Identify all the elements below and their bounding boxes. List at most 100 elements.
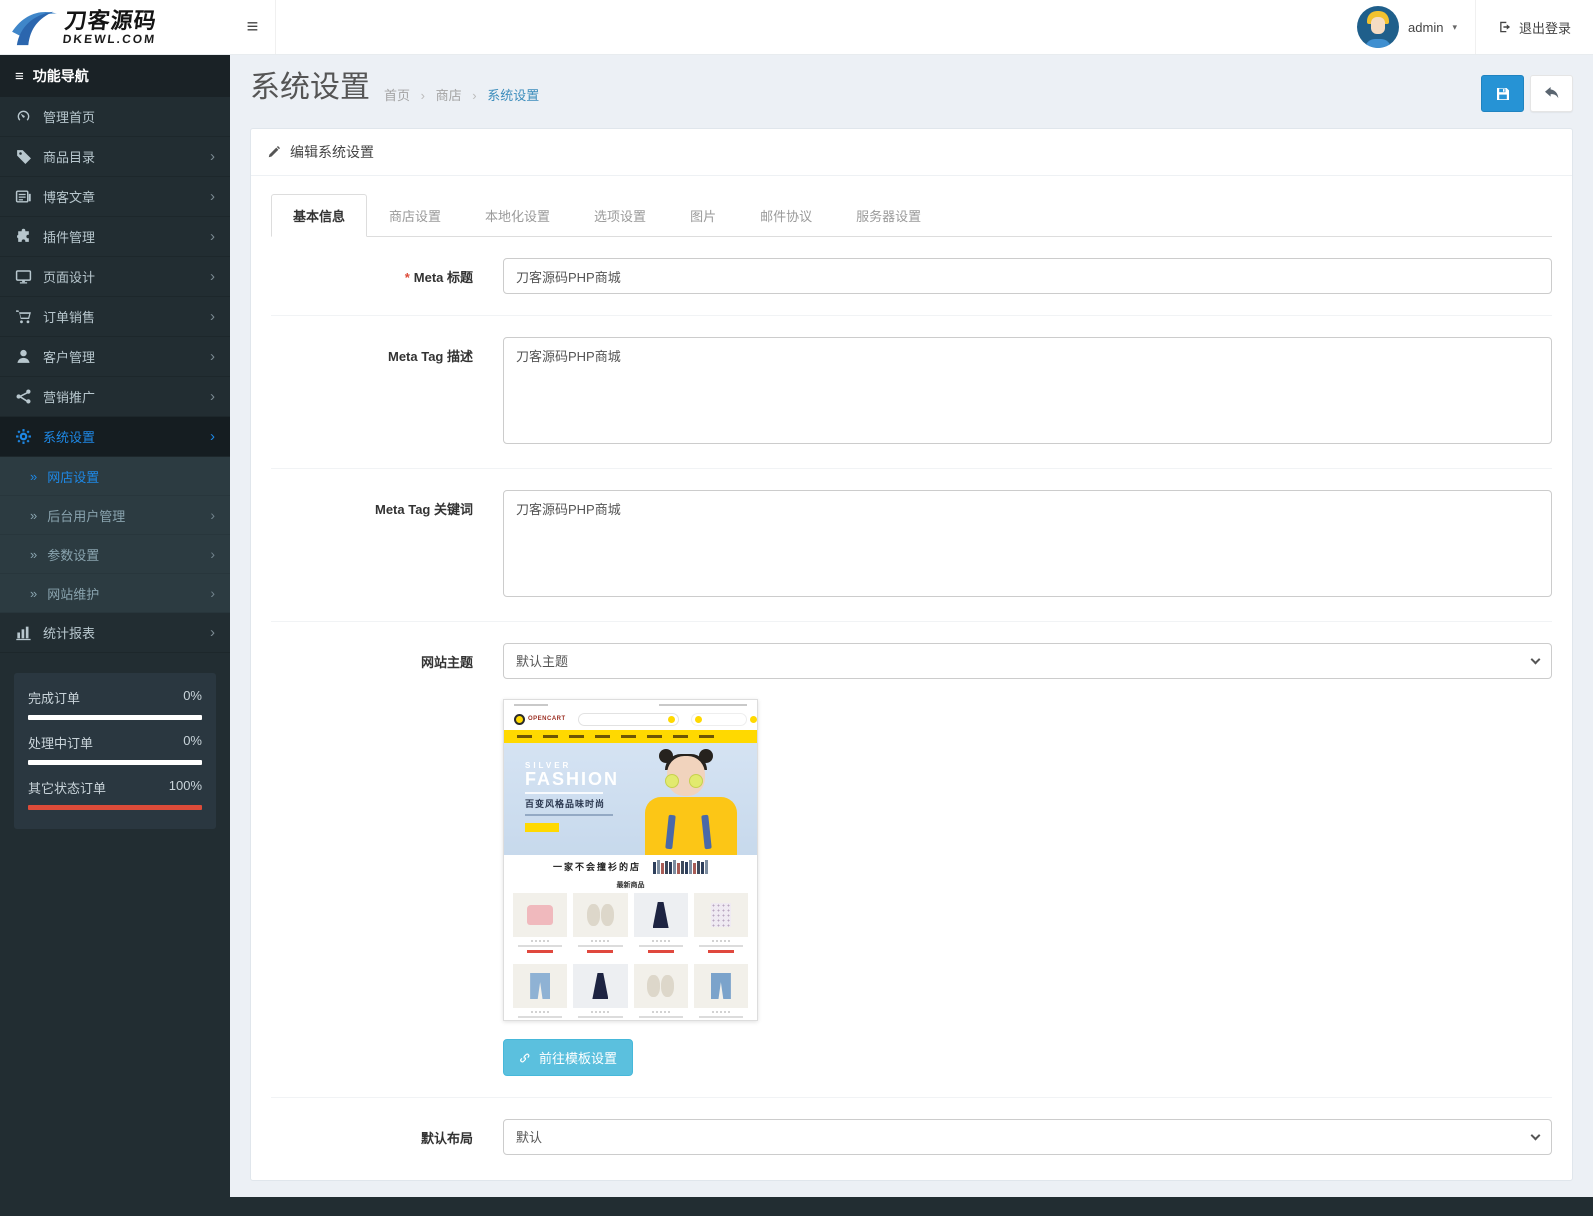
submenu-item-label: 网店设置 <box>47 467 99 486</box>
pencil-icon <box>267 145 281 159</box>
submenu-marker-icon: » <box>30 508 37 523</box>
stat-processing-orders: 处理中订单 0% <box>28 733 202 765</box>
meta-title-label: *Meta 标题 <box>271 258 503 294</box>
sidebar-item-label: 营销推广 <box>43 387 95 406</box>
sidebar-item-catalog[interactable]: 商品目录 › <box>0 137 230 177</box>
dashboard-icon <box>15 108 32 125</box>
sidebar-header: ≡ 功能导航 <box>0 55 230 97</box>
product-card <box>573 893 627 958</box>
chevron-right-icon: › <box>210 507 215 523</box>
sidebar-item-label: 管理首页 <box>43 107 95 126</box>
layout-select[interactable]: 默认 <box>503 1119 1552 1155</box>
sidebar-item-customers[interactable]: 客户管理 › <box>0 337 230 377</box>
form-group-theme: 网站主题 默认主题 <box>271 622 1552 1098</box>
sidebar-item-label: 博客文章 <box>43 187 95 206</box>
sidebar-item-system[interactable]: 系统设置 › <box>0 417 230 457</box>
submenu-item-parameters[interactable]: » 参数设置 › <box>0 535 230 574</box>
display-icon <box>15 268 32 285</box>
preview-topbar <box>504 700 757 708</box>
sidebar-item-label: 统计报表 <box>43 623 95 642</box>
meta-title-input[interactable] <box>503 258 1552 294</box>
tab-localization[interactable]: 本地化设置 <box>463 194 572 237</box>
meta-description-textarea[interactable]: 刀客源码PHP商城 <box>503 337 1552 444</box>
chevron-right-icon: › <box>210 585 215 601</box>
hero-line2: FASHION <box>525 770 619 789</box>
sidebar-item-blog[interactable]: 博客文章 › <box>0 177 230 217</box>
chevron-right-icon: › <box>210 349 215 364</box>
tab-images[interactable]: 图片 <box>668 194 738 237</box>
sidebar-item-sales[interactable]: 订单销售 › <box>0 297 230 337</box>
sidebar-item-design[interactable]: 页面设计 › <box>0 257 230 297</box>
content-header: 系统设置 首页 › 商店 › 系统设置 <box>230 55 1593 124</box>
plugin-icon <box>15 228 32 245</box>
stat-label: 处理中订单 <box>28 733 93 752</box>
back-arrow-icon <box>1544 86 1560 102</box>
tab-store-settings[interactable]: 商店设置 <box>367 194 463 237</box>
submenu-item-label: 后台用户管理 <box>47 506 125 525</box>
banner-title: 一家不会撞衫的店 <box>553 860 641 873</box>
product-card <box>694 893 748 958</box>
sidebar-item-label: 插件管理 <box>43 227 95 246</box>
panel-title: 编辑系统设置 <box>290 142 374 162</box>
preview-header: OPENCART <box>504 708 757 730</box>
sidebar-item-marketing[interactable]: 营销推广 › <box>0 377 230 417</box>
theme-label: 网站主题 <box>271 643 503 1076</box>
product-card <box>513 964 567 1021</box>
go-to-template-settings-button[interactable]: 前往模板设置 <box>503 1039 633 1076</box>
sidebar-item-label: 客户管理 <box>43 347 95 366</box>
submenu-item-admin-users[interactable]: » 后台用户管理 › <box>0 496 230 535</box>
logout-button[interactable]: 退出登录 <box>1476 0 1593 54</box>
sidebar-header-label: 功能导航 <box>33 66 89 86</box>
breadcrumb-store[interactable]: 商店 <box>436 88 462 103</box>
product-card <box>573 964 627 1021</box>
submenu-item-label: 参数设置 <box>47 545 99 564</box>
preview-cart <box>691 713 747 726</box>
settings-form: *Meta 标题 Meta Tag 描述 刀客源码PHP商城 Meta Tag … <box>271 237 1552 1180</box>
sidebar-item-label: 订单销售 <box>43 307 95 326</box>
cart-icon <box>15 308 32 325</box>
hero-model-illustration <box>641 747 745 855</box>
theme-select[interactable]: 默认主题 <box>503 643 1552 679</box>
sidebar-item-extensions[interactable]: 插件管理 › <box>0 217 230 257</box>
preview-nav-bar <box>504 730 757 743</box>
theme-preview-image: OPENCART SILVER FASHION <box>503 699 758 1021</box>
user-menu[interactable]: admin ▾ <box>1339 0 1475 54</box>
top-navbar: 刀客源码 DKEWL.COM ≡ admin ▾ 退出登录 <box>0 0 1593 55</box>
progress-bar <box>28 715 202 720</box>
stat-completed-orders: 完成订单 0% <box>28 688 202 720</box>
footer-bar <box>0 1197 1593 1216</box>
progress-bar <box>28 805 202 810</box>
sidebar-item-label: 商品目录 <box>43 147 95 166</box>
preview-product-grid <box>504 893 757 1021</box>
submenu-item-maintenance[interactable]: » 网站维护 › <box>0 574 230 613</box>
gear-icon <box>15 428 32 445</box>
layout-label: 默认布局 <box>271 1119 503 1155</box>
page-title: 系统设置 <box>250 71 370 104</box>
product-card <box>694 964 748 1021</box>
logout-icon <box>1498 20 1512 34</box>
sidebar-item-reports[interactable]: 统计报表 › <box>0 613 230 653</box>
brand-logo-icon <box>10 6 60 48</box>
sidebar-item-dashboard[interactable]: 管理首页 <box>0 97 230 137</box>
meta-keywords-textarea[interactable]: 刀客源码PHP商城 <box>503 490 1552 597</box>
chevron-right-icon: › <box>210 309 215 324</box>
sidebar-toggle-button[interactable]: ≡ <box>230 0 276 54</box>
tab-basic-info[interactable]: 基本信息 <box>271 194 367 237</box>
link-icon <box>519 1051 532 1064</box>
tab-options[interactable]: 选项设置 <box>572 194 668 237</box>
tab-mail[interactable]: 邮件协议 <box>738 194 834 237</box>
submenu-item-store-settings[interactable]: » 网店设置 <box>0 457 230 496</box>
tab-server[interactable]: 服务器设置 <box>834 194 943 237</box>
brand-logo[interactable]: 刀客源码 DKEWL.COM <box>0 0 230 54</box>
chevron-right-icon: › <box>210 429 215 444</box>
customer-icon <box>15 348 32 365</box>
breadcrumb-home[interactable]: 首页 <box>384 88 410 103</box>
caret-down-icon: ▾ <box>1452 22 1457 33</box>
stat-other-orders: 其它状态订单 100% <box>28 778 202 810</box>
back-button[interactable] <box>1530 75 1573 112</box>
meta-keywords-label: Meta Tag 关键词 <box>271 490 503 600</box>
blog-icon <box>15 188 32 205</box>
share-icon <box>15 388 32 405</box>
avatar-face <box>1371 17 1385 34</box>
save-button[interactable] <box>1481 75 1524 112</box>
